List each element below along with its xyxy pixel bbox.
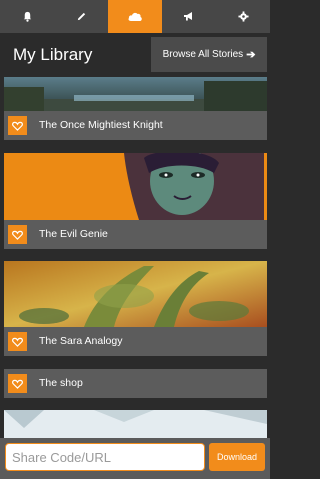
- share-code-input[interactable]: Share Code/URL: [5, 443, 205, 471]
- story-title: The Evil Genie: [39, 228, 108, 240]
- story-thumbnail: [4, 261, 267, 327]
- story-card[interactable]: The Sara Analogy: [4, 261, 267, 356]
- bell-icon: [23, 11, 31, 22]
- story-thumbnail: [4, 77, 267, 111]
- heart-icon: [12, 230, 23, 240]
- tab-library[interactable]: [108, 0, 162, 33]
- story-bar: The Once Mightiest Knight: [4, 111, 267, 140]
- megaphone-icon: [184, 12, 192, 21]
- favorite-button[interactable]: [8, 374, 27, 393]
- story-title: The Once Mightiest Knight: [39, 119, 163, 131]
- story-thumbnail: [4, 153, 267, 220]
- share-placeholder: Share Code/URL: [12, 449, 111, 465]
- favorite-button[interactable]: [8, 332, 27, 351]
- pencil-icon: [77, 12, 85, 21]
- favorite-button[interactable]: [8, 225, 27, 244]
- tab-settings[interactable]: [216, 0, 270, 33]
- story-bar: The shop: [4, 369, 267, 398]
- story-list[interactable]: The Once Mightiest Knight The Evil Genie…: [0, 77, 270, 438]
- browse-label: Browse All Stories: [162, 49, 244, 60]
- tab-notifications[interactable]: [0, 0, 54, 33]
- top-tab-bar: [0, 0, 270, 33]
- favorite-button[interactable]: [8, 116, 27, 135]
- browse-all-stories-button[interactable]: Browse All Stories ➔: [151, 37, 267, 72]
- story-card[interactable]: The Once Mightiest Knight: [4, 77, 267, 140]
- page-title: My Library: [13, 45, 93, 64]
- arrow-right-icon: ➔: [246, 49, 256, 61]
- heart-icon: [12, 379, 23, 389]
- tab-announcements[interactable]: [162, 0, 216, 33]
- story-card[interactable]: The Evil Genie: [4, 153, 267, 249]
- heart-icon: [12, 121, 23, 131]
- tab-write[interactable]: [54, 0, 108, 33]
- story-title: The shop: [39, 377, 83, 389]
- story-card[interactable]: The shop: [4, 369, 267, 398]
- gear-icon: [237, 11, 249, 22]
- story-card[interactable]: [4, 410, 267, 438]
- cloud-icon: [128, 12, 142, 21]
- story-title: The Sara Analogy: [39, 335, 123, 347]
- story-bar: The Sara Analogy: [4, 327, 267, 356]
- download-button[interactable]: Download: [209, 443, 265, 471]
- story-thumbnail: [4, 410, 267, 438]
- heart-icon: [12, 337, 23, 347]
- story-bar: The Evil Genie: [4, 220, 267, 249]
